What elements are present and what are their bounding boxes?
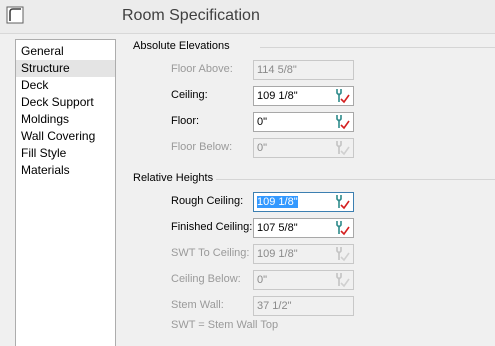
ceiling-below-field: 0": [253, 270, 354, 290]
room-icon: [6, 6, 24, 24]
swt-to-ceiling-label: SWT To Ceiling:: [171, 247, 250, 259]
ceiling-field[interactable]: 109 1/8": [253, 86, 354, 106]
rough-ceiling-value: 109 1/8": [257, 196, 298, 208]
swt-to-ceiling-field: 109 1/8": [253, 244, 354, 264]
wrench-check-icon[interactable]: [333, 194, 350, 210]
group-title-absolute: Absolute Elevations: [133, 40, 233, 52]
group-divider: [216, 179, 495, 180]
floor-above-label: Floor Above:: [171, 63, 233, 75]
rough-ceiling-field[interactable]: 109 1/8": [253, 192, 354, 212]
nav-item-deck[interactable]: Deck: [16, 77, 115, 94]
finished-ceiling-label: Finished Ceiling:: [171, 221, 253, 233]
category-list[interactable]: General Structure Deck Deck Support Mold…: [15, 39, 116, 346]
nav-item-materials[interactable]: Materials: [16, 162, 115, 179]
stem-wall-label: Stem Wall:: [171, 299, 224, 311]
wrench-disabled-icon: [336, 247, 350, 262]
group-title-relative: Relative Heights: [133, 172, 217, 184]
floor-label: Floor:: [171, 115, 200, 127]
swt-footnote: SWT = Stem Wall Top: [171, 319, 279, 331]
wrench-check-icon[interactable]: [333, 220, 350, 236]
window-title: Room Specification: [122, 7, 260, 24]
floor-below-field: 0": [253, 138, 354, 158]
floor-above-field: 114 5/8": [253, 60, 354, 80]
wrench-check-icon[interactable]: [333, 114, 350, 130]
ceiling-label: Ceiling:: [171, 89, 208, 101]
nav-item-general[interactable]: General: [16, 43, 115, 60]
nav-item-structure[interactable]: Structure: [16, 60, 115, 77]
stem-wall-field: 37 1/2": [253, 296, 354, 316]
floor-field[interactable]: 0": [253, 112, 354, 132]
wrench-disabled-icon: [336, 273, 350, 288]
nav-item-moldings[interactable]: Moldings: [16, 111, 115, 128]
nav-item-deck-support[interactable]: Deck Support: [16, 94, 115, 111]
wrench-disabled-icon: [336, 141, 350, 156]
nav-item-wall-covering[interactable]: Wall Covering: [16, 128, 115, 145]
rough-ceiling-label: Rough Ceiling:: [171, 195, 244, 207]
group-divider: [260, 47, 495, 48]
title-bar: Room Specification: [0, 0, 495, 34]
floor-below-label: Floor Below:: [171, 141, 233, 153]
nav-item-fill-style[interactable]: Fill Style: [16, 145, 115, 162]
wrench-check-icon[interactable]: [333, 88, 350, 104]
ceiling-below-label: Ceiling Below:: [171, 273, 241, 285]
finished-ceiling-field[interactable]: 107 5/8": [253, 218, 354, 238]
